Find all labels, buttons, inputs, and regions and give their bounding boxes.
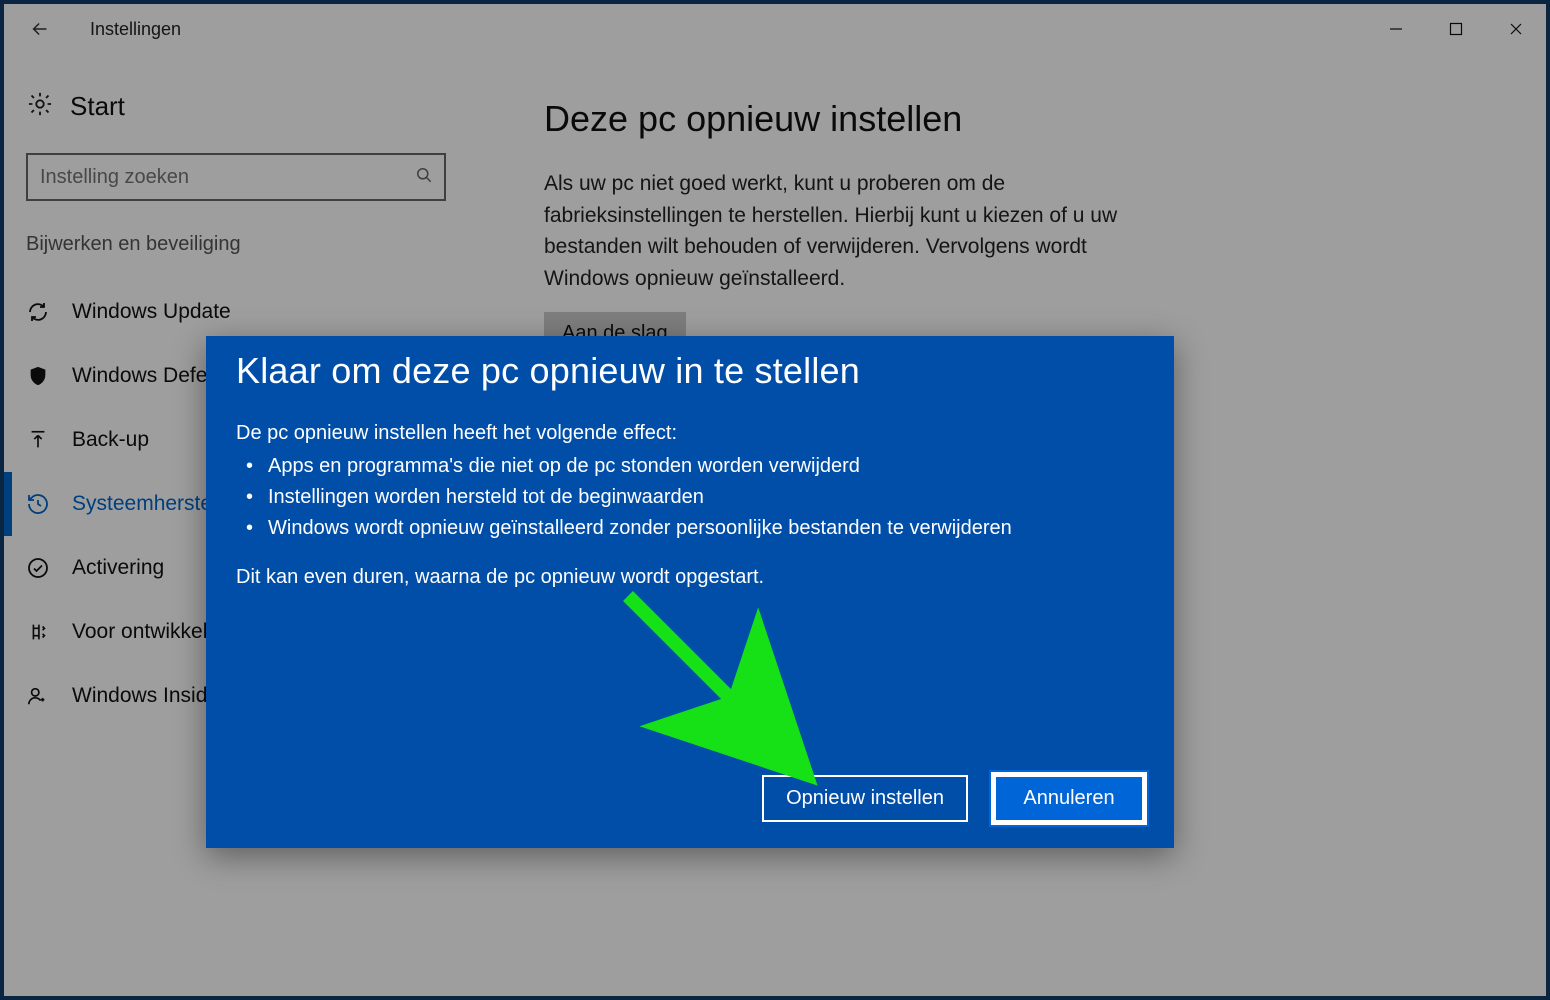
cancel-button[interactable]: Annuleren — [994, 775, 1144, 822]
dialog-bullet: Instellingen worden hersteld tot de begi… — [236, 482, 1144, 513]
reset-dialog: Klaar om deze pc opnieuw in te stellen D… — [206, 336, 1174, 848]
dialog-bullet: Apps en programma's die niet op de pc st… — [236, 451, 1144, 482]
dialog-footer: Opnieuw instellen Annuleren — [762, 775, 1144, 822]
dialog-bullets: Apps en programma's die niet op de pc st… — [236, 451, 1144, 544]
settings-window: Instellingen Start — [4, 4, 1546, 996]
dialog-body: De pc opnieuw instellen heeft het volgen… — [236, 418, 1144, 593]
dialog-title: Klaar om deze pc opnieuw in te stellen — [236, 350, 1144, 392]
reset-button[interactable]: Opnieuw instellen — [762, 775, 968, 822]
dialog-note: Dit kan even duren, waarna de pc opnieuw… — [236, 562, 1144, 593]
dialog-bullet: Windows wordt opnieuw geïnstalleerd zond… — [236, 513, 1144, 544]
dialog-intro: De pc opnieuw instellen heeft het volgen… — [236, 418, 1144, 449]
